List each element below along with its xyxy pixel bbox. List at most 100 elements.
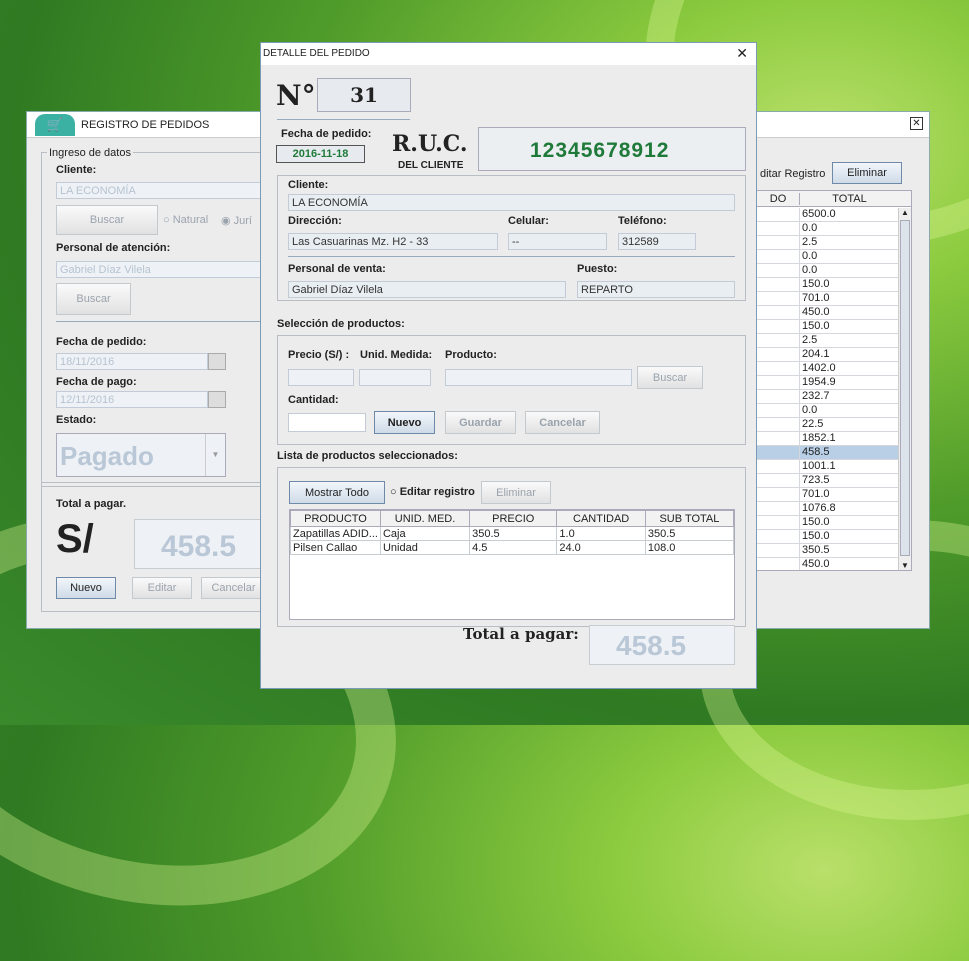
chevron-up-icon[interactable]: ▲ (901, 208, 909, 217)
estado-select[interactable]: Pagado ▼ (56, 433, 226, 477)
cantidad-input[interactable] (288, 413, 366, 432)
cancelar-button[interactable]: Cancelar (525, 411, 600, 434)
table-row[interactable]: 458.5 (757, 446, 899, 460)
telefono-field: 312589 (618, 233, 696, 250)
buscar-producto-button[interactable]: Buscar (637, 366, 703, 389)
calendar-icon[interactable] (208, 391, 226, 408)
fecha-pago-field[interactable]: 12/11/2016 (56, 391, 208, 408)
chevron-down-icon: ▼ (205, 434, 225, 476)
table-row[interactable]: 1001.1 (757, 460, 899, 474)
table-row[interactable]: 150.0 (757, 320, 899, 334)
table-cell: Unidad (379, 540, 471, 555)
close-icon[interactable]: ✕ (910, 117, 923, 130)
fecha-pedido-label: Fecha de pedido: (56, 336, 147, 348)
table-header: DO TOTAL (757, 191, 911, 207)
table-row[interactable]: 0.0 (757, 264, 899, 278)
mostrar-todo-button[interactable]: Mostrar Todo (289, 481, 385, 504)
productos-table: PRODUCTO UNID. MED. PRECIO CANTIDAD SUB TOTA… (289, 509, 735, 620)
total-cell: 1001.1 (799, 460, 899, 474)
total-cell: 1852.1 (799, 432, 899, 446)
ingreso-label: Ingreso de datos (47, 147, 133, 159)
editar-button[interactable]: Editar (132, 577, 192, 599)
cliente-field[interactable]: LA ECONOMÍA (56, 182, 266, 199)
producto-input[interactable] (445, 369, 632, 386)
radio-natural[interactable]: ○ Natural (163, 214, 208, 226)
table-row[interactable]: 22.5 (757, 418, 899, 432)
table-row[interactable]: 6500.0 (757, 208, 899, 222)
radio-natural-label: Natural (172, 214, 209, 226)
scrollbar[interactable]: ▲ ▼ (898, 208, 911, 570)
unid-medida-input[interactable] (359, 369, 431, 386)
nuevo-button[interactable]: Nuevo (374, 411, 435, 434)
seleccion-label: Selección de productos: (277, 318, 405, 330)
col-header[interactable]: UNID. MED. (379, 510, 471, 527)
nuevo-button[interactable]: Nuevo (56, 577, 116, 599)
table-row[interactable]: 701.0 (757, 292, 899, 306)
table-row[interactable]: 0.0 (757, 250, 899, 264)
table-row[interactable]: 150.0 (757, 278, 899, 292)
table-row[interactable]: 1852.1 (757, 432, 899, 446)
table-row[interactable]: 1076.8 (757, 502, 899, 516)
table-row[interactable]: 232.7 (757, 390, 899, 404)
cancelar-button[interactable]: Cancelar (201, 577, 266, 599)
total-cell: 0.0 (799, 264, 899, 278)
dialog-title: DETALLE DEL PEDIDO (263, 48, 370, 59)
table-row[interactable]: 450.0 (757, 306, 899, 320)
scrollbar-thumb[interactable] (900, 220, 910, 556)
personal-field[interactable]: Gabriel Díaz Vilela (56, 261, 266, 278)
table-row[interactable]: 0.0 (757, 222, 899, 236)
eliminar-button[interactable]: Eliminar (481, 481, 551, 504)
table-cell: Zapatillas ADID... (290, 526, 381, 541)
close-icon[interactable]: ✕ (736, 45, 748, 62)
unid-medida-label: Unid. Medida: (360, 349, 433, 361)
calendar-icon[interactable] (208, 353, 226, 370)
table-row[interactable]: 150.0 (757, 530, 899, 544)
celular-field: -- (508, 233, 607, 250)
ruc-field: 12345678912 (478, 127, 746, 171)
producto-label: Producto: (445, 349, 497, 361)
total-cell: 0.0 (799, 222, 899, 236)
table-row[interactable]: 350.5 (757, 544, 899, 558)
buscar-cliente-button[interactable]: Buscar (56, 205, 158, 235)
table-row[interactable]: 1402.0 (757, 362, 899, 376)
divider (277, 119, 410, 120)
buscar-personal-button[interactable]: Buscar (56, 283, 131, 315)
eliminar-button[interactable]: Eliminar (832, 162, 902, 184)
editar-registro-radio[interactable]: ○ Editar registro (390, 486, 475, 498)
col-header[interactable]: SUB TOTAL (644, 510, 735, 527)
personal-venta-field: Gabriel Díaz Vilela (288, 281, 566, 298)
table-row[interactable]: 1954.9 (757, 376, 899, 390)
col-header[interactable]: PRECIO (469, 510, 558, 527)
ruc-value: 12345678912 (530, 139, 670, 162)
table-row[interactable]: 204.1 (757, 348, 899, 362)
dialog-titlebar: DETALLE DEL PEDIDO ✕ (261, 43, 756, 65)
editar-registro-label[interactable]: ditar Registro (760, 168, 825, 180)
table-row[interactable]: 150.0 (757, 516, 899, 530)
chevron-down-icon[interactable]: ▼ (901, 561, 909, 570)
table-row[interactable]: Pilsen Callao Unidad 4.5 24.0 108.0 (290, 540, 735, 555)
table-cell: 24.0 (556, 540, 646, 555)
table-row[interactable]: 2.5 (757, 334, 899, 348)
table-body: Zapatillas ADID... Caja 350.5 1.0 350.5 Pilse… (290, 526, 735, 555)
guardar-button[interactable]: Guardar (445, 411, 516, 434)
radio-juridica[interactable]: ◉ Jurí (221, 214, 252, 227)
table-row[interactable]: 0.0 (757, 404, 899, 418)
table-row[interactable]: Zapatillas ADID... Caja 350.5 1.0 350.5 (290, 526, 735, 541)
table-cell: Pilsen Callao (290, 540, 381, 555)
detalle-dialog: DETALLE DEL PEDIDO ✕ N° 31 Fecha de pedi… (260, 42, 757, 689)
total-label: Total a pagar: (463, 625, 579, 643)
cantidad-label: Cantidad: (288, 394, 339, 406)
col-header[interactable]: PRODUCTO (290, 510, 381, 527)
total-cell: 723.5 (799, 474, 899, 488)
table-row[interactable]: 723.5 (757, 474, 899, 488)
col-header[interactable]: CANTIDAD (556, 510, 646, 527)
lista-label: Lista de productos seleccionados: (277, 450, 458, 462)
col-header: TOTAL (799, 193, 899, 205)
fecha-pedido-field[interactable]: 18/11/2016 (56, 353, 208, 370)
cliente-field: LA ECONOMÍA (288, 194, 735, 211)
precio-input[interactable] (288, 369, 354, 386)
table-row[interactable]: 2.5 (757, 236, 899, 250)
table-row[interactable]: 450.0 (757, 558, 899, 570)
personal-label: Personal de atención: (56, 242, 171, 254)
table-row[interactable]: 701.0 (757, 488, 899, 502)
